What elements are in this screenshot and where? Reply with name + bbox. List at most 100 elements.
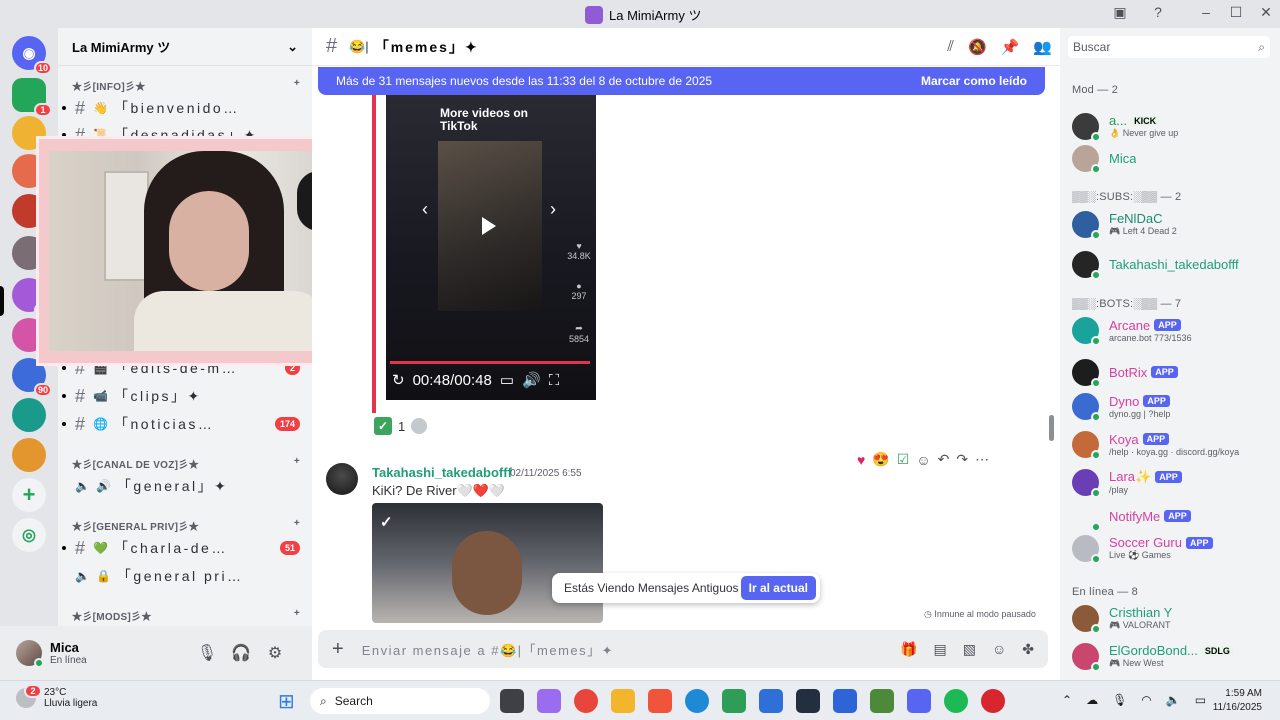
comments-group[interactable]: ● 297 bbox=[564, 281, 594, 301]
add-channel-icon[interactable]: + bbox=[294, 608, 300, 623]
gif-icon[interactable]: ▤ bbox=[934, 641, 947, 658]
amazon-icon[interactable] bbox=[796, 689, 820, 713]
play-icon[interactable] bbox=[482, 217, 496, 235]
pokeball-app-icon[interactable] bbox=[981, 689, 1005, 713]
likes-group[interactable]: ♥ 34.8K bbox=[564, 241, 594, 261]
replay-icon[interactable]: ↻ bbox=[392, 371, 405, 389]
member-item[interactable]: a... KICK 👌 Never give up bbox=[1072, 108, 1272, 144]
minimize-icon[interactable]: – bbox=[1196, 4, 1216, 20]
microphone-icon[interactable]: 🎙 bbox=[190, 643, 224, 663]
member-item[interactable]: Dyno APP dyno.gg | ?help bbox=[1072, 388, 1272, 424]
message-input[interactable]: Enviar mensaje a #😂|「memes」✦ bbox=[362, 640, 900, 659]
spotify-icon[interactable] bbox=[944, 689, 968, 713]
sticker-icon[interactable]: ▧ bbox=[963, 641, 976, 658]
threads-icon[interactable]: ⫽ bbox=[947, 38, 954, 56]
apps-icon[interactable]: ✤ bbox=[1022, 641, 1034, 658]
microphone-icon[interactable]: 🎙 bbox=[1112, 693, 1127, 707]
file-explorer-icon[interactable] bbox=[611, 689, 635, 713]
shares-group[interactable]: ➦ 5854 bbox=[564, 323, 594, 344]
maximize-icon[interactable]: ☐ bbox=[1226, 4, 1246, 21]
member-item[interactable]: Lara✨ APP/play bbox=[1072, 464, 1272, 500]
weather-widget[interactable]: 2 23°C Lluvia ligera bbox=[16, 684, 97, 709]
game-app-icon[interactable] bbox=[722, 689, 746, 713]
channel-charla[interactable]: # 💚 「charla-de… 51 bbox=[62, 535, 308, 561]
dropbox-icon[interactable] bbox=[833, 689, 857, 713]
gift-icon[interactable]: 🎁 bbox=[900, 641, 917, 658]
channel-general-voice[interactable]: 🔈 🔊 「general」✦ bbox=[62, 473, 308, 499]
add-channel-icon[interactable]: + bbox=[294, 78, 300, 93]
channel-general-priv[interactable]: 🔈 🔒 「general pri… bbox=[62, 563, 308, 589]
server-icon[interactable] bbox=[12, 438, 46, 472]
category-info[interactable]: ★彡[INFO]彡★ + bbox=[72, 78, 300, 93]
member-item[interactable]: Cristhian Y 🎮 VALORANT bbox=[1072, 600, 1272, 636]
category-mods[interactable]: ★彡[MODS]彡★ + bbox=[72, 608, 300, 623]
taskbar-search[interactable]: ⌕ Search bbox=[310, 688, 490, 714]
member-item[interactable]: Mica bbox=[1072, 140, 1272, 176]
channel-bienvenido[interactable]: # 👋 「bienvenido… bbox=[62, 95, 308, 121]
task-view-icon[interactable] bbox=[500, 689, 524, 713]
discord-taskbar-icon[interactable] bbox=[907, 689, 931, 713]
volume-icon[interactable]: 🔊 bbox=[522, 371, 541, 389]
emoji-icon[interactable]: ☺ bbox=[992, 641, 1006, 658]
tiktok-title[interactable]: More videos on TikTok bbox=[440, 107, 550, 133]
avatar[interactable] bbox=[16, 640, 44, 668]
member-item[interactable]: NotifyMe APP bbox=[1072, 498, 1272, 534]
reply-icon[interactable]: ↶ bbox=[938, 451, 950, 468]
search-input[interactable]: Buscar ⌕ bbox=[1068, 36, 1270, 58]
volume-icon[interactable]: 🔈 bbox=[1166, 693, 1181, 707]
member-item[interactable]: Soccer Guru APP Live ⚽ Games bbox=[1072, 530, 1272, 566]
check-icon[interactable]: ☑ bbox=[897, 451, 910, 468]
video-progress-bar[interactable] bbox=[390, 361, 590, 364]
inbox-icon[interactable]: ▣ bbox=[1110, 4, 1130, 21]
server-icon[interactable]: 1 bbox=[12, 78, 52, 117]
wifi-icon[interactable]: ◠ bbox=[1141, 693, 1151, 707]
member-item[interactable]: Arcane APP arcane.bot 773/1536 bbox=[1072, 312, 1272, 348]
avatar[interactable] bbox=[326, 463, 358, 495]
member-item[interactable]: FeNlDaC 🎮 Left 4 Dead 2 bbox=[1072, 206, 1272, 242]
close-icon[interactable]: ✕ bbox=[1256, 4, 1276, 21]
add-reaction-icon[interactable]: ☺ bbox=[916, 452, 930, 468]
tiktok-player[interactable]: More videos on TikTok ‹ › ♥ 34.8K ● 297 ➦ 5… bbox=[386, 95, 596, 400]
server-icon[interactable] bbox=[12, 398, 46, 432]
member-item[interactable]: Koya APP/help · koya.gg · discord.gg/koya bbox=[1072, 426, 1272, 462]
chevron-up-icon[interactable]: ⌃ bbox=[1062, 693, 1072, 707]
clock[interactable]: 1:59 AM 11/16/2025 bbox=[1206, 687, 1262, 715]
discover-icon[interactable]: ◎ bbox=[12, 518, 46, 552]
copilot-icon[interactable] bbox=[537, 689, 561, 713]
chevron-right-icon[interactable]: › bbox=[550, 199, 556, 220]
member-item[interactable]: BotRix APP bbox=[1072, 354, 1272, 390]
member-item[interactable]: ElGordoBond... SDLG 🎮 New West bbox=[1072, 638, 1272, 674]
windows-start-icon[interactable]: ⊞ bbox=[278, 689, 295, 714]
member-list-icon[interactable]: 👥 bbox=[1033, 38, 1052, 56]
pin-icon[interactable]: 📌 bbox=[1001, 38, 1020, 56]
attach-plus-icon[interactable]: + bbox=[332, 638, 344, 661]
add-channel-icon[interactable]: + bbox=[294, 518, 300, 533]
new-messages-banner[interactable]: Más de 31 mensajes nuevos desde las 11:3… bbox=[318, 67, 1045, 95]
scrollbar-thumb[interactable] bbox=[1049, 415, 1054, 441]
edge-icon[interactable] bbox=[685, 689, 709, 713]
fullscreen-icon[interactable]: ⛶ bbox=[549, 372, 560, 389]
mark-read-button[interactable]: Marcar como leído bbox=[921, 74, 1027, 88]
more-icon[interactable]: ⋯ bbox=[975, 451, 989, 468]
heart-reaction-icon[interactable]: ♥ bbox=[857, 452, 865, 468]
add-reaction-icon[interactable] bbox=[411, 418, 428, 434]
add-channel-icon[interactable]: + bbox=[294, 456, 300, 471]
category-priv[interactable]: ★彡[GENERAL PRIV]彡★ + bbox=[72, 518, 300, 533]
chevron-left-icon[interactable]: ‹ bbox=[422, 199, 428, 220]
minecraft-icon[interactable] bbox=[870, 689, 894, 713]
headphones-icon[interactable]: 🎧 bbox=[224, 643, 258, 663]
battery-icon[interactable]: ▭ bbox=[1195, 693, 1206, 707]
gear-icon[interactable]: ⚙ bbox=[258, 643, 292, 663]
dm-home-button[interactable]: ◉ 10 bbox=[12, 36, 52, 75]
cloud-icon[interactable]: ☁ bbox=[1086, 693, 1098, 707]
category-voz[interactable]: ★彡[CANAL DE VOZ]彡★ + bbox=[72, 456, 300, 471]
add-server-icon[interactable]: + bbox=[12, 478, 46, 512]
jump-to-present-button[interactable]: Ir al actual bbox=[740, 576, 816, 600]
heart-eyes-icon[interactable]: 😍 bbox=[872, 451, 889, 468]
channel-noticias[interactable]: # 🌐 「noticias… 174 bbox=[62, 411, 308, 437]
message-image[interactable]: ✓ bbox=[372, 503, 603, 623]
help-icon[interactable]: ? bbox=[1148, 4, 1168, 20]
user-info[interactable]: Mica En línea bbox=[50, 640, 190, 666]
message-author[interactable]: Takahashi_takedabofff bbox=[372, 465, 512, 480]
chrome-icon[interactable] bbox=[574, 689, 598, 713]
